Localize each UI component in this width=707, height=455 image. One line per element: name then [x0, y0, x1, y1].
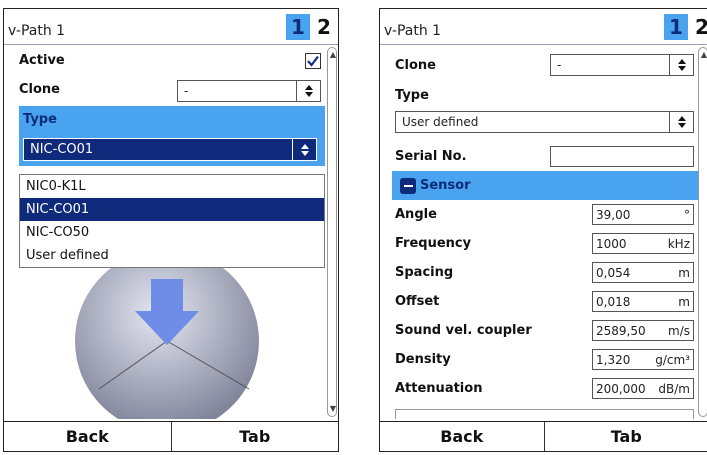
title-bar: v-Path 1 1 2 — [4, 9, 338, 45]
param-unit: m/s — [668, 323, 690, 338]
page-1-indicator[interactable]: 1 — [286, 14, 310, 40]
checkmark-icon — [307, 55, 319, 67]
spin-arrows-icon[interactable] — [669, 112, 693, 132]
param-unit: ° — [684, 207, 690, 222]
left-screen: v-Path 1 1 2 Active Clone - Type NIC-CO0… — [3, 8, 339, 452]
param-unit: g/cm³ — [655, 352, 690, 367]
type-label: Type — [23, 112, 57, 127]
param-input[interactable]: 1,320 g/cm³ — [592, 349, 694, 370]
param-label: Frequency — [395, 236, 472, 251]
param-input[interactable]: 0,054 m — [592, 262, 694, 283]
scroll-up-icon[interactable]: ▲ — [699, 50, 707, 60]
param-value: 200,000 — [596, 381, 646, 396]
type-option[interactable]: NIC0-K1L — [20, 175, 324, 198]
type-select[interactable]: NIC-CO01 — [23, 138, 317, 161]
active-row: Active — [4, 46, 324, 75]
scrollbar[interactable]: ▲ — [698, 47, 707, 417]
param-value: 1,320 — [596, 352, 631, 367]
param-label: Spacing — [395, 265, 454, 280]
param-input[interactable]: 0,018 m — [592, 291, 694, 312]
right-screen: v-Path 1 1 2 Clone - Type User defined S… — [379, 8, 707, 452]
active-label: Active — [19, 53, 65, 68]
spin-arrows-icon[interactable] — [669, 55, 693, 75]
serial-label: Serial No. — [395, 149, 467, 164]
scroll-down-icon[interactable]: ▼ — [328, 404, 338, 414]
serial-input[interactable] — [550, 146, 694, 167]
type-select[interactable]: User defined — [395, 111, 694, 133]
horizontal-scrollbar[interactable] — [395, 409, 694, 419]
type-option[interactable]: User defined — [20, 244, 324, 267]
param-value: 0,018 — [596, 294, 631, 309]
clone-select[interactable]: - — [177, 80, 321, 102]
page-2-indicator[interactable]: 2 — [690, 14, 707, 40]
scroll-up-icon[interactable]: ▲ — [328, 50, 338, 60]
sensor-section-header[interactable]: Sensor — [392, 171, 698, 200]
type-value: NIC-CO01 — [30, 142, 94, 157]
collapse-icon[interactable] — [400, 177, 416, 194]
title-bar: v-Path 1 1 2 — [380, 9, 707, 45]
spin-arrows-icon[interactable] — [296, 81, 320, 101]
sensor-graphic — [75, 249, 259, 419]
type-option-selected[interactable]: NIC-CO01 — [20, 198, 324, 221]
back-button[interactable]: Back — [4, 422, 171, 451]
sensor-label: Sensor — [420, 178, 471, 193]
param-input[interactable]: 2589,50 m/s — [592, 320, 694, 341]
footer-bar: Back Tab — [380, 421, 707, 451]
param-label: Offset — [395, 294, 440, 309]
scrollbar[interactable]: ▲ ▼ — [327, 47, 337, 417]
param-input[interactable]: 1000 kHz — [592, 233, 694, 254]
param-value: 39,00 — [596, 207, 631, 222]
param-value: 0,054 — [596, 265, 631, 280]
param-unit: m — [678, 294, 690, 309]
param-label: Angle — [395, 207, 437, 222]
param-value: 2589,50 — [596, 323, 646, 338]
clone-label: Clone — [19, 82, 60, 97]
spin-arrows-icon[interactable] — [292, 139, 316, 160]
screen-title: v-Path 1 — [384, 23, 442, 39]
param-label: Attenuation — [395, 381, 483, 396]
param-unit: m — [678, 265, 690, 280]
clone-value: - — [557, 58, 562, 72]
active-checkbox[interactable] — [305, 53, 321, 69]
footer-bar: Back Tab — [4, 421, 338, 451]
page-1-indicator[interactable]: 1 — [664, 14, 688, 40]
type-header: Type — [19, 106, 325, 134]
param-label: Density — [395, 352, 451, 367]
clone-label: Clone — [395, 58, 436, 73]
tab-button[interactable]: Tab — [543, 422, 707, 451]
type-dropdown-list: NIC0-K1L NIC-CO01 NIC-CO50 User defined — [19, 174, 325, 268]
screen-title: v-Path 1 — [8, 23, 66, 39]
param-input[interactable]: 200,000 dB/m — [592, 378, 694, 399]
param-input[interactable]: 39,00 ° — [592, 204, 694, 225]
tab-button[interactable]: Tab — [170, 422, 339, 451]
type-select-wrap: NIC-CO01 — [19, 134, 325, 166]
clone-value: - — [184, 84, 189, 98]
type-value: User defined — [402, 115, 479, 129]
param-label: Sound vel. coupler — [395, 323, 532, 338]
clone-select[interactable]: - — [550, 54, 694, 76]
type-row: Type — [380, 81, 680, 110]
param-unit: dB/m — [658, 381, 690, 396]
back-button[interactable]: Back — [380, 422, 544, 451]
type-option[interactable]: NIC-CO50 — [20, 221, 324, 244]
type-label: Type — [395, 88, 429, 103]
page-2-indicator[interactable]: 2 — [312, 14, 336, 40]
param-value: 1000 — [596, 236, 627, 251]
param-unit: kHz — [667, 236, 690, 251]
